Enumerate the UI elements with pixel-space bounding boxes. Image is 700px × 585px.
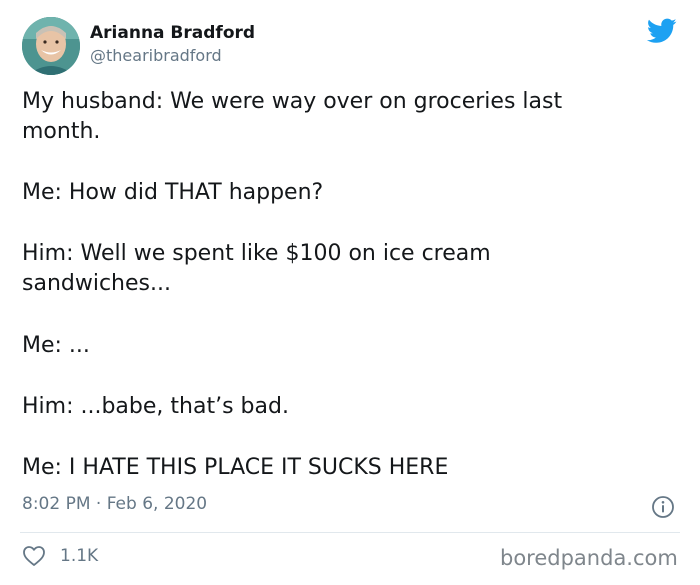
- tweet-line: month.: [22, 119, 101, 144]
- tweet-line: Me: How did THAT happen?: [22, 180, 324, 205]
- heart-icon[interactable]: [22, 545, 46, 567]
- tweet-line: Him: ...babe, that’s bad.: [22, 394, 289, 419]
- tweet-line: sandwiches...: [22, 271, 171, 296]
- tweet-line: Me: ...: [22, 333, 90, 358]
- divider: [20, 532, 680, 533]
- tweet-timestamp[interactable]: 8:02 PM · Feb 6, 2020: [22, 494, 207, 514]
- tweet-line: Him: Well we spent like $100 on ice crea…: [22, 241, 491, 266]
- like-count[interactable]: 1.1K: [60, 546, 98, 566]
- info-icon[interactable]: [651, 495, 675, 519]
- tweet-card: Arianna Bradford @thearibradford My husb…: [0, 0, 700, 585]
- tweet-line: My husband: We were way over on grocerie…: [22, 89, 563, 114]
- tweet-line: Me: I HATE THIS PLACE IT SUCKS HERE: [22, 455, 449, 480]
- avatar[interactable]: [22, 17, 80, 75]
- author-handle[interactable]: @thearibradford: [90, 46, 222, 65]
- watermark: boredpanda.com: [500, 546, 678, 570]
- twitter-bird-icon[interactable]: [647, 18, 677, 44]
- author-name[interactable]: Arianna Bradford: [90, 23, 255, 43]
